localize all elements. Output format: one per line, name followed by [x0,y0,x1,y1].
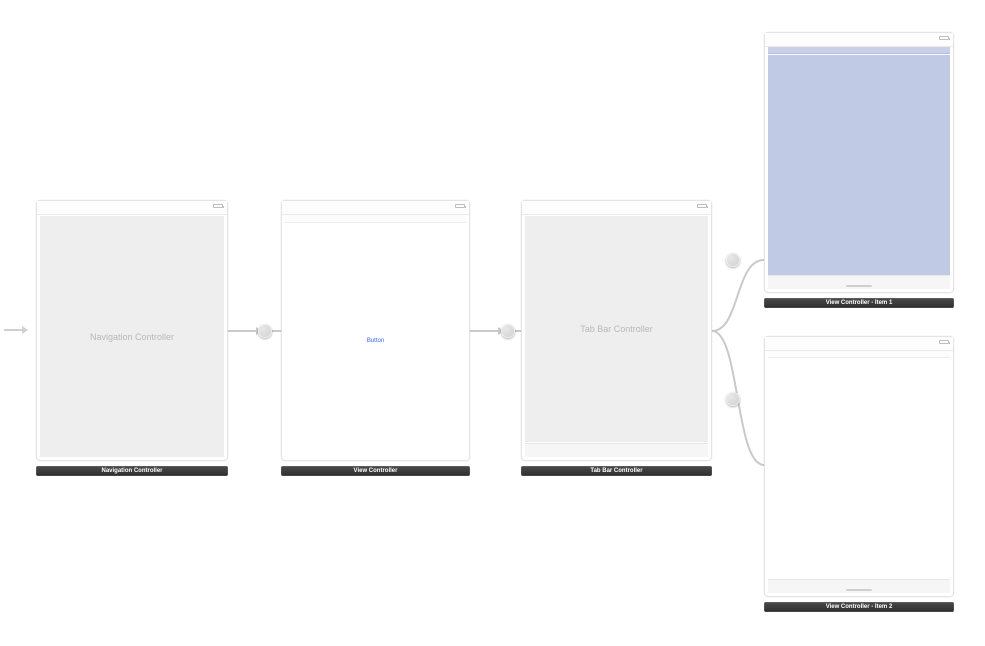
status-bar [522,201,711,215]
scene-view-controller-item-1[interactable] [764,32,954,293]
scene-title-view-controller: View Controller [281,466,470,476]
navigation-bar[interactable] [285,215,466,223]
initial-view-controller-arrow[interactable] [4,326,28,334]
navigation-bar[interactable] [768,47,950,54]
status-bar [282,201,469,215]
scene-title-view-controller-item-1: View Controller - Item 1 [764,298,954,308]
status-bar [765,33,953,47]
battery-icon [939,340,949,344]
button[interactable]: Button [367,338,384,344]
scene-tab-bar-controller[interactable]: Tab Bar Controller [521,200,712,461]
scene-view-controller-item-2[interactable] [764,336,954,597]
scene-title-navigation-controller: Navigation Controller [36,466,228,476]
segue-relationship-item-1[interactable] [726,253,740,267]
placeholder-label: Tab Bar Controller [580,324,653,334]
segue-relationship-item-2[interactable] [726,392,740,406]
status-bar [765,337,953,351]
segue-root-view-controller[interactable] [258,324,272,338]
status-bar [37,201,227,215]
battery-icon [939,36,949,40]
scene-title-view-controller-item-2: View Controller - Item 2 [764,602,954,612]
home-indicator [846,589,872,591]
battery-icon [455,204,465,208]
segue-show[interactable] [501,324,515,338]
scene-navigation-controller[interactable]: Navigation Controller [36,200,228,461]
scene-title-tab-bar-controller: Tab Bar Controller [521,466,712,476]
placeholder-label: Navigation Controller [90,332,174,342]
scene-view-controller[interactable]: Button [281,200,470,461]
battery-icon [213,204,223,208]
home-indicator [846,285,872,287]
tab-bar[interactable] [525,443,708,457]
battery-icon [697,204,707,208]
navigation-bar[interactable] [768,351,950,358]
